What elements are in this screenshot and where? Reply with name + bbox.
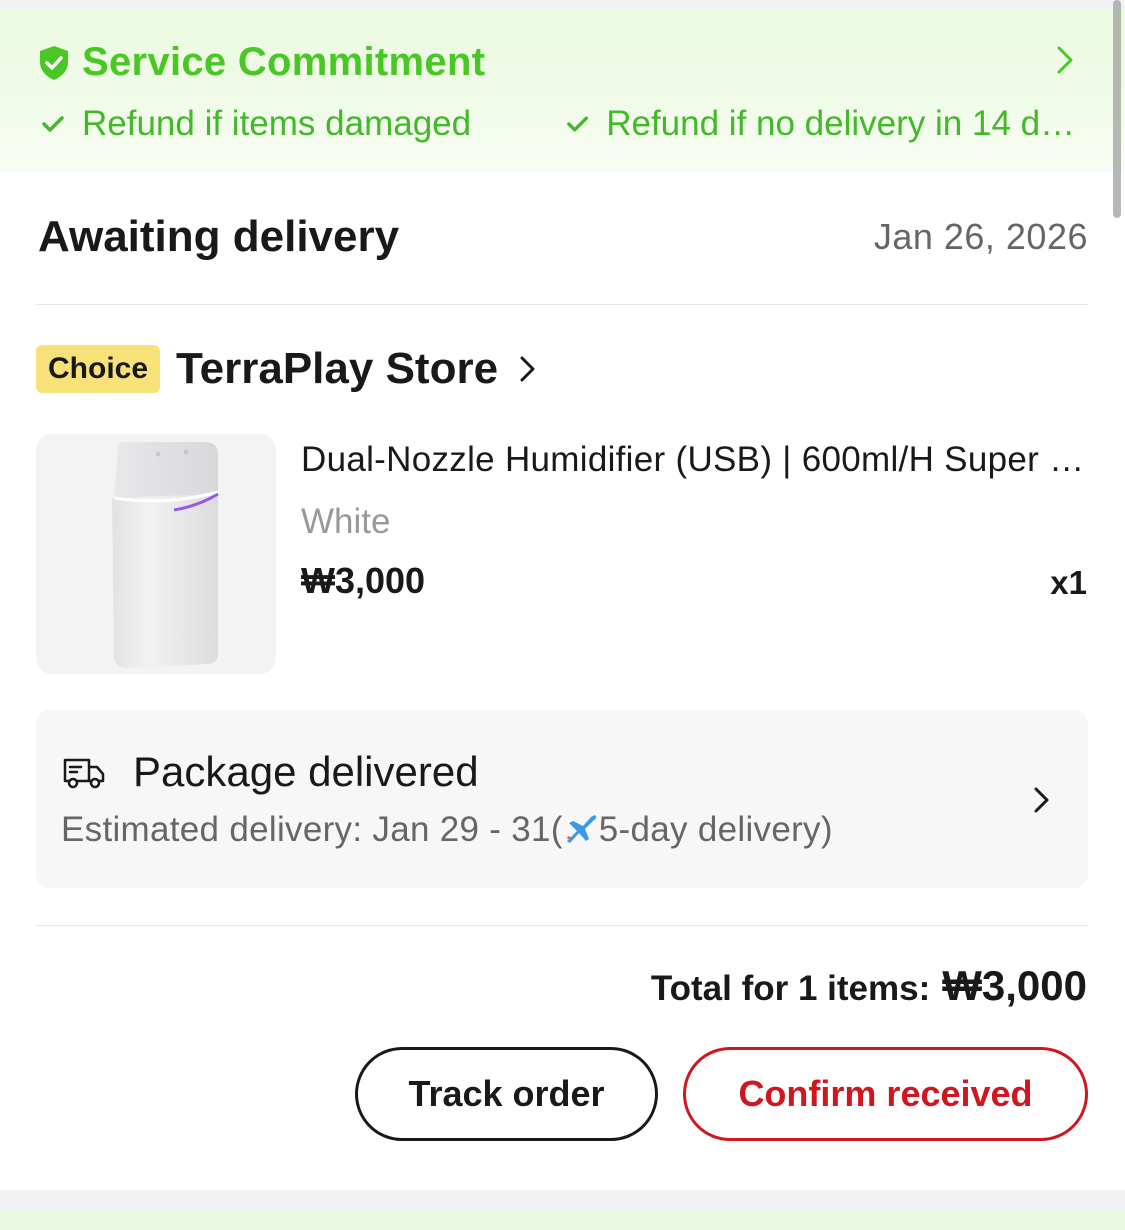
store-name[interactable]: TerraPlay Store xyxy=(176,344,498,394)
confirm-received-button[interactable]: Confirm received xyxy=(683,1047,1088,1141)
delivery-estimate-prefix: Estimated delivery: Jan 29 - 31( xyxy=(61,810,563,849)
service-item-label: Refund if no delivery in 14 days xyxy=(606,104,1080,143)
check-icon xyxy=(567,116,589,132)
service-item-no-delivery: Refund if no delivery in 14 days xyxy=(565,104,1080,144)
delivery-status-card[interactable]: Package delivered Estimated delivery: Ja… xyxy=(36,710,1088,888)
chevron-right-icon[interactable] xyxy=(1053,40,1077,80)
order-total: Total for 1 items: ₩3,000 xyxy=(651,962,1087,1010)
product-title[interactable]: Dual-Nozzle Humidifier (USB) | 600ml/H S… xyxy=(301,440,1091,480)
next-card-edge xyxy=(0,1212,1125,1230)
product-price: ₩3,000 xyxy=(301,560,426,601)
delivery-estimate: Estimated delivery: Jan 29 - 31( 5-day d… xyxy=(61,810,833,850)
divider xyxy=(36,925,1088,926)
scrollbar[interactable] xyxy=(1113,0,1121,218)
total-value: ₩3,000 xyxy=(942,962,1087,1009)
chevron-right-icon[interactable] xyxy=(1032,784,1052,816)
divider xyxy=(36,304,1088,305)
total-label: Total for 1 items: xyxy=(650,969,931,1008)
airplane-emoji-icon xyxy=(566,815,596,843)
delivery-estimate-suffix: 5-day delivery) xyxy=(598,810,833,849)
humidifier-image xyxy=(112,442,219,668)
product-image[interactable] xyxy=(36,434,276,674)
service-items: Refund if items damaged Refund if no del… xyxy=(40,104,1080,144)
store-row[interactable]: Choice TerraPlay Store xyxy=(36,344,538,394)
product-variant: White xyxy=(301,502,391,541)
order-date: Jan 26, 2026 xyxy=(873,216,1088,257)
service-title-row: Service Commitment xyxy=(38,40,485,85)
order-status: Awaiting delivery xyxy=(38,212,400,261)
chevron-right-icon[interactable] xyxy=(518,352,538,386)
check-icon xyxy=(42,116,64,132)
shield-check-icon xyxy=(40,45,68,80)
top-separator xyxy=(0,0,1125,10)
truck-icon xyxy=(63,758,105,789)
delivery-title: Package delivered xyxy=(133,748,479,795)
service-title: Service Commitment xyxy=(82,40,486,84)
service-commitment-banner[interactable]: Service Commitment Refund if items damag… xyxy=(0,10,1125,172)
service-item-damaged: Refund if items damaged xyxy=(40,104,565,144)
order-status-row: Awaiting delivery Jan 26, 2026 xyxy=(38,212,1088,262)
choice-badge: Choice xyxy=(36,345,161,393)
service-item-label: Refund if items damaged xyxy=(82,104,472,143)
track-order-button[interactable]: Track order xyxy=(355,1047,658,1141)
product-quantity: x1 xyxy=(1050,564,1087,601)
